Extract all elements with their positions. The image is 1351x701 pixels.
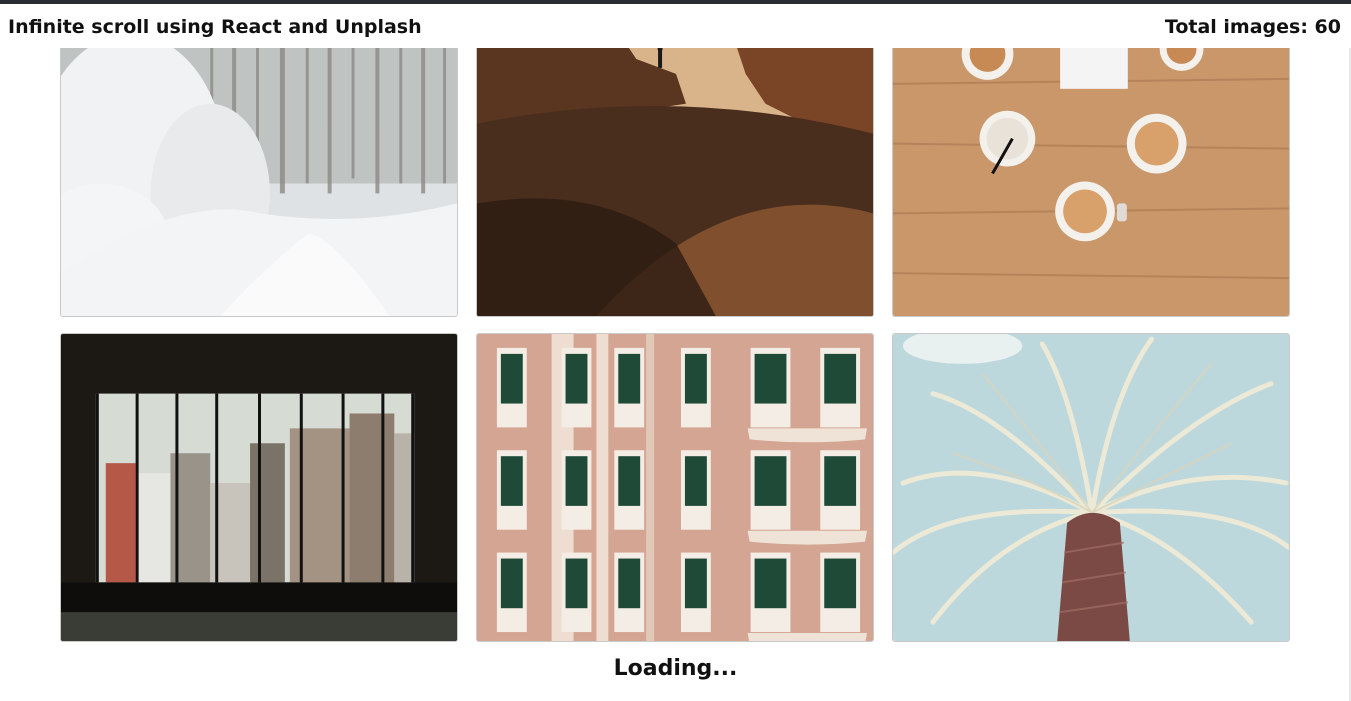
- city-window-image: [61, 334, 457, 641]
- snowy-forest-image: [61, 44, 457, 316]
- total-images-count: Total images: 60: [1164, 16, 1341, 38]
- page-title: Infinite scroll using React and Unplash: [8, 16, 422, 38]
- coffee-cups-image: [893, 44, 1289, 316]
- desert-canyon-image: [477, 44, 873, 316]
- gallery-image-coffee-cups[interactable]: [892, 44, 1290, 317]
- gallery-image-pink-facade[interactable]: [476, 333, 874, 642]
- gallery-image-snowy-forest[interactable]: [60, 44, 458, 317]
- pink-facade-image: [477, 334, 873, 641]
- gallery-image-desert-canyon[interactable]: [476, 44, 874, 317]
- gallery-image-city-window[interactable]: [60, 333, 458, 642]
- palm-tree-image: [893, 334, 1289, 641]
- loading-indicator: Loading...: [613, 656, 738, 681]
- gallery-image-palm-tree[interactable]: [892, 333, 1290, 642]
- app-header: Infinite scroll using React and Unplash …: [0, 4, 1351, 48]
- image-gallery: [0, 0, 1351, 701]
